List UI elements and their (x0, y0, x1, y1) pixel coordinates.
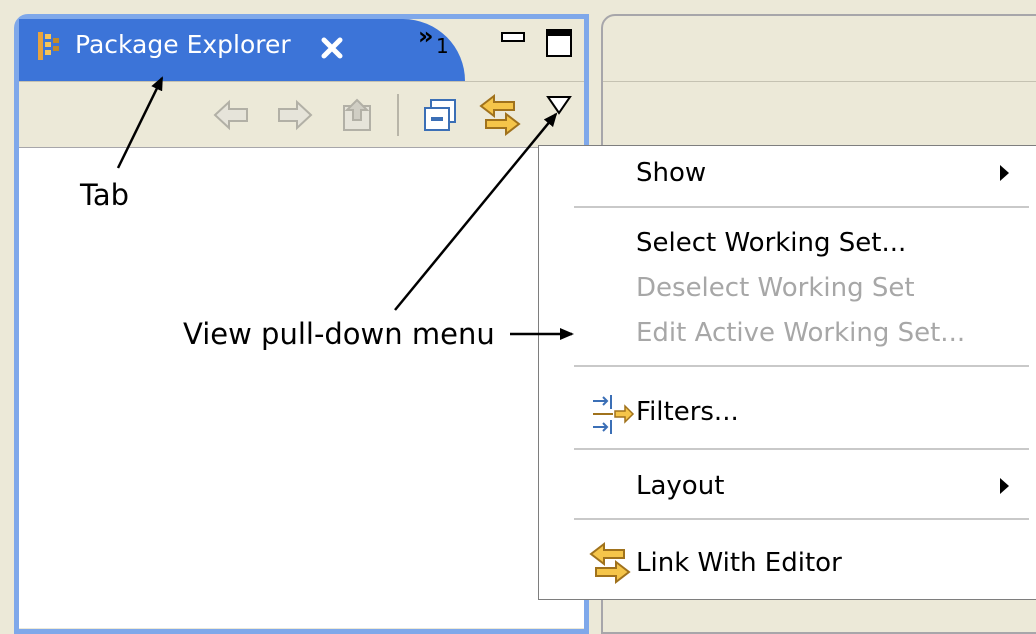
annotation-arrows (116, 76, 574, 340)
